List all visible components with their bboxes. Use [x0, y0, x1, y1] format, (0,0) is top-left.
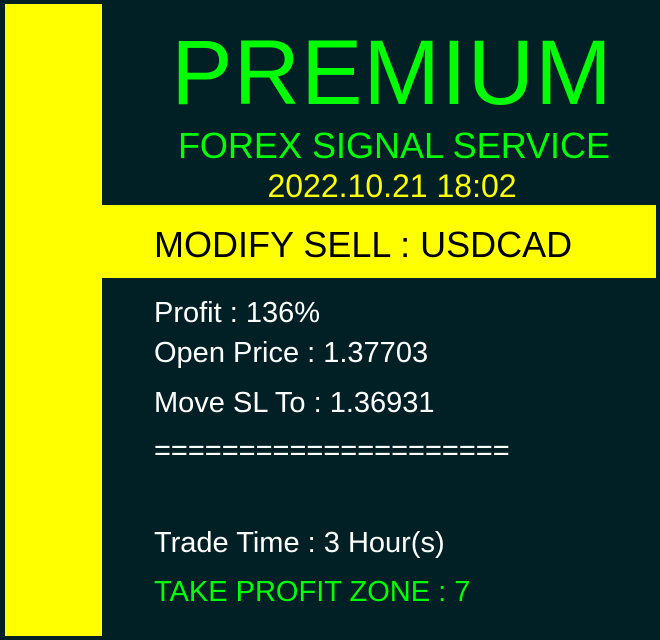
signal-action: MODIFY SELL : USDCAD	[154, 224, 573, 265]
open-price-line: Open Price : 1.37703	[154, 337, 429, 369]
signal-timestamp: 2022.10.21 18:02	[267, 168, 517, 204]
take-profit-zone-line: TAKE PROFIT ZONE : 7	[154, 576, 471, 608]
separator-line: =====================	[154, 435, 510, 467]
left-accent-bar	[5, 4, 102, 636]
service-subtitle: FOREX SIGNAL SERVICE	[177, 125, 611, 166]
profit-line: Profit : 136%	[154, 297, 321, 329]
trade-time-line: Trade Time : 3 Hour(s)	[154, 527, 445, 559]
brand-title: PREMIUM	[171, 22, 613, 124]
move-sl-line: Move SL To : 1.36931	[154, 387, 435, 419]
signal-card: PREMIUM FOREX SIGNAL SERVICE 2022.10.21 …	[0, 0, 660, 640]
